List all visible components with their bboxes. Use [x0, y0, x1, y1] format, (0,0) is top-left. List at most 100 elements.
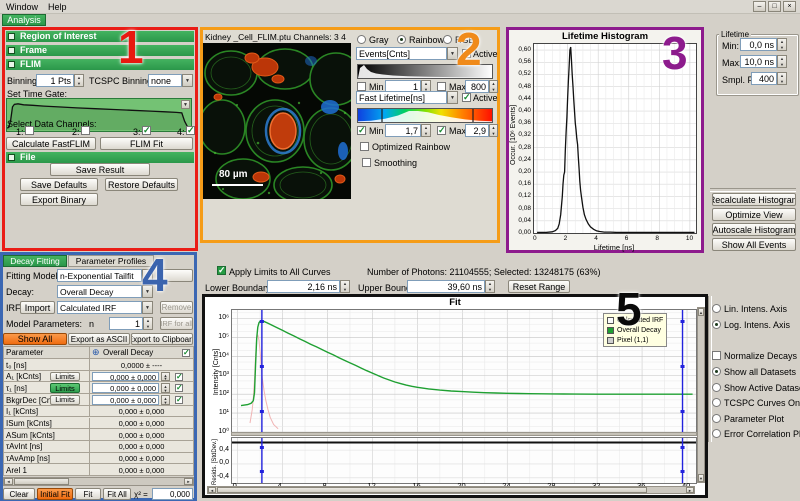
intensity-max-checkbox[interactable]	[437, 82, 446, 91]
param-value-input[interactable]: 0,000 ± 0,000	[92, 395, 159, 405]
lifetime-min-field[interactable]: 0,0 ns	[740, 38, 777, 51]
fitting-model-select[interactable]: n-Exponential Tailfit	[57, 269, 142, 282]
scrollbar-thumb[interactable]	[14, 478, 69, 485]
export-ascii-button[interactable]: Export as ASCII	[68, 333, 130, 345]
collapse-icon[interactable]	[8, 61, 15, 68]
lifetime-channel-select[interactable]: Fast Lifetime[ns]	[356, 91, 447, 104]
gray-radio[interactable]	[357, 35, 366, 44]
scroll-left-icon[interactable]: ◄	[4, 478, 13, 485]
channel-checkbox-3[interactable]: ✓	[142, 126, 151, 135]
optimized-rainbow-checkbox[interactable]	[360, 142, 369, 151]
param-value-input[interactable]: 0,000 ± 0,000	[92, 372, 159, 382]
collapse-icon[interactable]	[8, 33, 15, 40]
param-fix-checkbox[interactable]: ✓	[175, 373, 183, 381]
parameter-table-hscrollbar[interactable]: ◄ ►	[3, 477, 194, 486]
irf-remove-button[interactable]: Remove	[160, 301, 193, 314]
binning-stepper[interactable]: ▲▼	[74, 74, 84, 87]
channel-checkbox-4[interactable]: ✓	[186, 126, 195, 135]
fit-residuals-plot[interactable]	[231, 437, 697, 484]
lifetime-min-input[interactable]: 1,7	[385, 124, 421, 137]
recalculate-histogram-button[interactable]: Recalculate Histogram	[712, 193, 796, 206]
chevron-down-icon[interactable]: ▼	[182, 74, 193, 87]
param-value-stepper[interactable]: ▲▼	[161, 383, 170, 393]
scroll-right-icon[interactable]: ►	[686, 487, 694, 493]
channel-checkbox-2[interactable]	[81, 126, 90, 135]
limits-button[interactable]: Limits	[50, 383, 80, 393]
upper-boundary-stepper[interactable]: ▲▼	[485, 280, 495, 293]
save-result-button[interactable]: Save Result	[50, 163, 150, 176]
microscopy-image[interactable]: 80 µm	[203, 43, 351, 199]
menu-help[interactable]: Help	[48, 2, 67, 12]
show-active-dataset[interactable]	[712, 383, 721, 392]
lower-boundary-input[interactable]: 2,16 ns	[267, 280, 340, 293]
normalize-decays[interactable]	[712, 351, 721, 360]
section-frame[interactable]: Frame	[6, 45, 194, 56]
lifetime-max-checkbox[interactable]: ✓	[437, 126, 446, 135]
scroll-up-icon[interactable]: ▲	[698, 308, 704, 316]
error-correlation-plot[interactable]	[712, 429, 721, 438]
section-file[interactable]: File	[6, 152, 194, 163]
scroll-right-icon[interactable]: ►	[184, 478, 193, 485]
lifetime-min-stepper[interactable]: ▲▼	[421, 124, 431, 137]
intensity-min-checkbox[interactable]	[357, 82, 366, 91]
intensity-max-stepper[interactable]: ▲▼	[489, 80, 498, 93]
scroll-left-icon[interactable]: ◄	[208, 487, 216, 493]
upper-boundary-input[interactable]: 39,60 ns	[407, 280, 485, 293]
tcspc-binning-select[interactable]: none	[148, 74, 182, 87]
param-fix-checkbox[interactable]: ✓	[175, 396, 183, 404]
lifetime-colorbar[interactable]	[357, 108, 493, 123]
optimize-view-button[interactable]: Optimize View	[712, 208, 796, 221]
lifetime-active-checkbox[interactable]: ✓	[462, 93, 471, 102]
irf-for-all-button[interactable]: IRF for all	[160, 317, 193, 330]
rgb-radio[interactable]	[443, 35, 452, 44]
lower-boundary-stepper[interactable]: ▲▼	[340, 280, 350, 293]
tab-analysis[interactable]: Analysis	[2, 14, 46, 26]
dataset-checkbox[interactable]: ✓	[182, 349, 190, 357]
channel-checkbox-1[interactable]	[25, 126, 34, 135]
lifetime-min-checkbox[interactable]: ✓	[357, 126, 366, 135]
save-defaults-button[interactable]: Save Defaults	[20, 178, 98, 191]
scrollbar-thumb[interactable]	[217, 487, 647, 493]
sample-points-field[interactable]: 400	[751, 72, 777, 85]
restore-defaults-button[interactable]: Restore Defaults	[105, 178, 178, 191]
tcspc-curves-only[interactable]	[712, 398, 721, 407]
lifetime-max-input[interactable]: 2,9	[465, 124, 489, 137]
show-all-button[interactable]: Show All	[3, 333, 67, 345]
show-all-datasets[interactable]	[712, 367, 721, 376]
restore-button[interactable]: □	[768, 1, 781, 12]
reset-range-button[interactable]: Reset Range	[508, 280, 570, 293]
tab-decay-fitting[interactable]: Decay Fitting	[3, 255, 67, 267]
param-value-input[interactable]: 0,000 ± 0,000	[92, 383, 159, 393]
limits-button[interactable]: Limits	[50, 395, 80, 405]
fit-vscrollbar[interactable]: ▲ ▼	[697, 307, 705, 483]
autoscale-histogram-button[interactable]: Autoscale Histogram	[712, 223, 796, 236]
n-stepper[interactable]: ▲▼	[143, 317, 153, 330]
irf-import-button[interactable]: Import	[20, 301, 55, 314]
close-button[interactable]: ×	[783, 1, 796, 12]
intensity-max-input[interactable]: 800	[465, 80, 489, 93]
scroll-down-icon[interactable]: ▼	[698, 474, 704, 482]
rainbow-radio[interactable]	[397, 35, 406, 44]
fit-hscrollbar[interactable]: ◄ ►	[207, 486, 695, 494]
clear-button[interactable]: Clear	[3, 488, 35, 500]
param-value-stepper[interactable]: ▲▼	[161, 395, 170, 405]
lifetime-min-field-stepper[interactable]: ▲▼	[777, 38, 787, 51]
fit-all-button[interactable]: Fit All	[103, 488, 131, 500]
initial-fit-button[interactable]: Initial Fit	[37, 488, 73, 500]
calculate-fastflim-button[interactable]: Calculate FastFLIM	[6, 137, 96, 150]
smoothing-checkbox[interactable]	[362, 158, 371, 167]
show-all-events-button[interactable]: Show All Events	[712, 238, 796, 251]
decay-select[interactable]: Overall Decay	[57, 285, 142, 298]
limits-button[interactable]: Limits	[50, 372, 80, 382]
chevron-down-icon[interactable]: ▼	[447, 91, 458, 104]
sample-points-stepper[interactable]: ▲▼	[777, 72, 787, 85]
section-region-of-interest[interactable]: Region of Interest	[6, 31, 194, 42]
plot-splitter[interactable]	[231, 432, 697, 436]
n-input[interactable]: 1	[109, 317, 143, 330]
chevron-down-icon[interactable]: ▼	[142, 301, 153, 314]
apply-limits-checkbox[interactable]: ✓	[217, 266, 226, 275]
irf-select[interactable]: Calculated IRF	[57, 301, 142, 314]
param-fix-checkbox[interactable]: ✓	[175, 384, 183, 392]
intensity-channel-select[interactable]: Events[Cnts]	[356, 47, 447, 60]
export-clipboard-button[interactable]: Export to Clipboard	[131, 333, 193, 345]
